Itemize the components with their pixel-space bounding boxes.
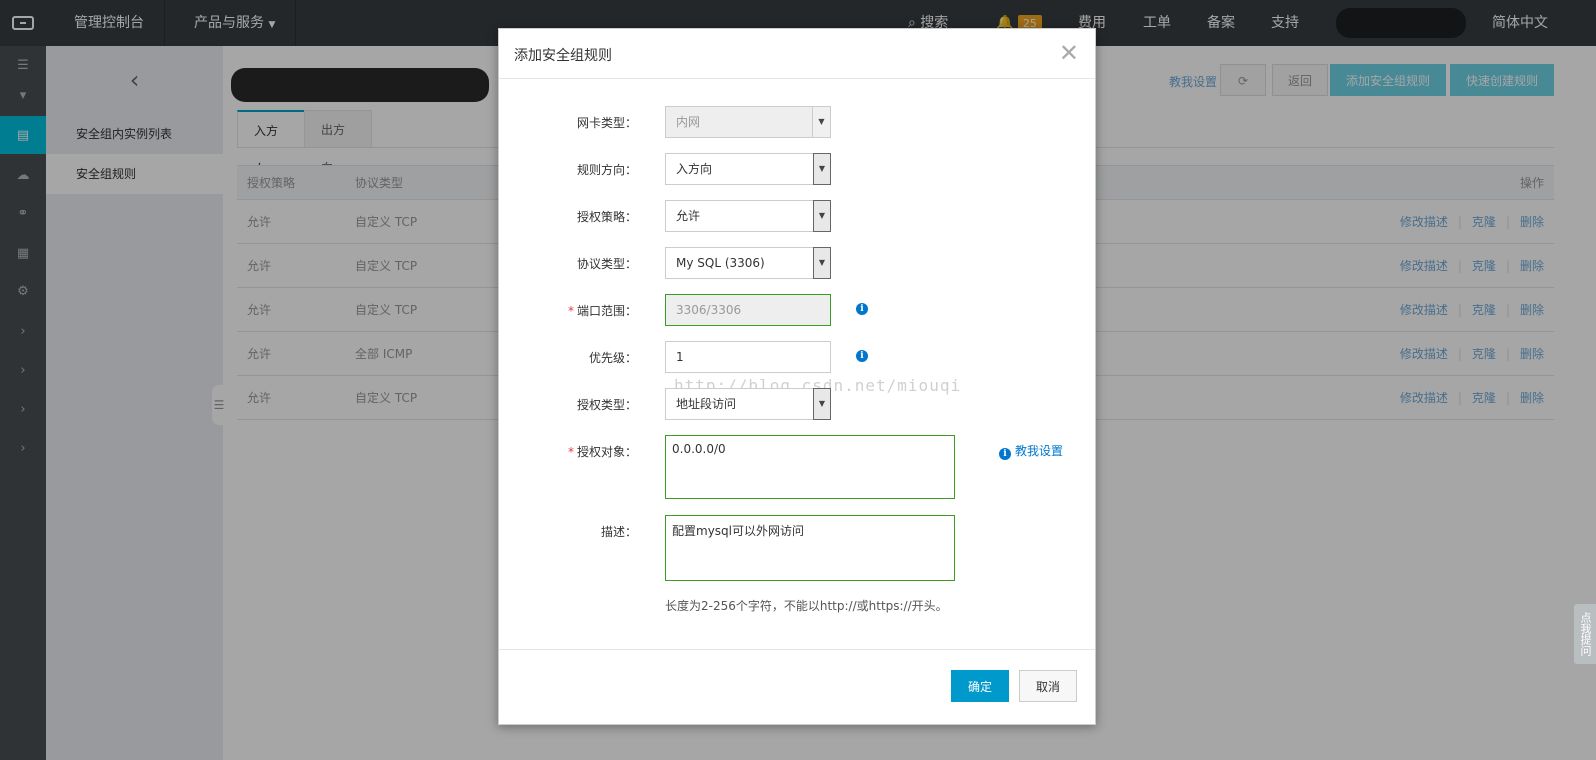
teach-setting-label: 教我设置 bbox=[1015, 444, 1064, 458]
port-range-label-text: 端口范围： bbox=[576, 304, 637, 318]
protocol-value: My SQL (3306) bbox=[676, 256, 765, 270]
chevron-down-icon[interactable]: ▼ bbox=[813, 388, 831, 420]
info-icon: i bbox=[999, 448, 1011, 460]
auth-type-select[interactable]: 地址段访问 ▼ bbox=[665, 388, 831, 420]
info-icon[interactable]: i bbox=[856, 303, 868, 315]
description-textarea[interactable]: 配置mysql可以外网访问 bbox=[665, 515, 955, 581]
teach-setting-link[interactable]: i 教我设置 bbox=[999, 442, 1064, 460]
chevron-down-icon[interactable]: ▼ bbox=[813, 247, 831, 279]
auth-type-row: 授权类型： 地址段访问 ▼ bbox=[499, 388, 1097, 420]
port-range-label: * 端口范围： bbox=[568, 302, 637, 319]
dialog-title: 添加安全组规则 bbox=[514, 48, 612, 64]
description-label: 描述： bbox=[600, 525, 637, 539]
info-icon[interactable]: i bbox=[856, 350, 868, 362]
nic-type-select: 内网 ▼ bbox=[665, 106, 831, 138]
nic-type-value: 内网 bbox=[676, 115, 701, 129]
nic-type-row: 网卡类型： 内网 ▼ bbox=[499, 106, 1097, 138]
priority-input[interactable]: 1 bbox=[665, 341, 831, 373]
protocol-row: 协议类型： My SQL (3306) ▼ bbox=[499, 247, 1097, 279]
confirm-button[interactable]: 确定 bbox=[951, 670, 1009, 702]
required-marker: * bbox=[567, 304, 574, 318]
port-range-row: * 端口范围： 3306/3306 i bbox=[499, 294, 1097, 326]
policy-select[interactable]: 允许 ▼ bbox=[665, 200, 831, 232]
auth-object-label-text: 授权对象： bbox=[576, 445, 637, 459]
dialog-footer: 确定 取消 bbox=[499, 649, 1095, 725]
priority-label: 优先级： bbox=[588, 351, 637, 365]
nic-type-label: 网卡类型： bbox=[576, 116, 637, 130]
protocol-label: 协议类型： bbox=[576, 257, 637, 271]
policy-row: 授权策略： 允许 ▼ bbox=[499, 200, 1097, 232]
policy-label: 授权策略： bbox=[576, 210, 637, 224]
port-range-input[interactable]: 3306/3306 bbox=[665, 294, 831, 326]
feedback-tab[interactable]: 点我提问 bbox=[1574, 604, 1596, 664]
direction-select[interactable]: 入方向 ▼ bbox=[665, 153, 831, 185]
auth-object-textarea[interactable]: 0.0.0.0/0 bbox=[665, 435, 955, 499]
priority-row: 优先级： 1 i bbox=[499, 341, 1097, 373]
auth-type-label: 授权类型： bbox=[576, 398, 637, 412]
protocol-select[interactable]: My SQL (3306) ▼ bbox=[665, 247, 831, 279]
close-icon[interactable]: ✕ bbox=[1059, 39, 1079, 67]
add-rule-dialog: 添加安全组规则 ✕ 网卡类型： 内网 ▼ 规则方向： 入方向 ▼ 授权策略： 允许 ▼… bbox=[498, 28, 1096, 725]
chevron-down-icon: ▼ bbox=[812, 107, 830, 137]
chevron-down-icon[interactable]: ▼ bbox=[813, 153, 831, 185]
direction-row: 规则方向： 入方向 ▼ bbox=[499, 153, 1097, 185]
policy-value: 允许 bbox=[676, 209, 701, 223]
chevron-down-icon[interactable]: ▼ bbox=[813, 200, 831, 232]
direction-label: 规则方向： bbox=[576, 163, 637, 177]
auth-object-label: * 授权对象： bbox=[568, 443, 637, 460]
description-help-text: 长度为2-256个字符，不能以http://或https://开头。 bbox=[665, 599, 948, 613]
required-marker: * bbox=[567, 445, 574, 459]
cancel-button[interactable]: 取消 bbox=[1019, 670, 1077, 702]
direction-value: 入方向 bbox=[676, 162, 713, 176]
auth-type-value: 地址段访问 bbox=[676, 397, 737, 411]
dialog-header: 添加安全组规则 ✕ bbox=[499, 29, 1095, 79]
